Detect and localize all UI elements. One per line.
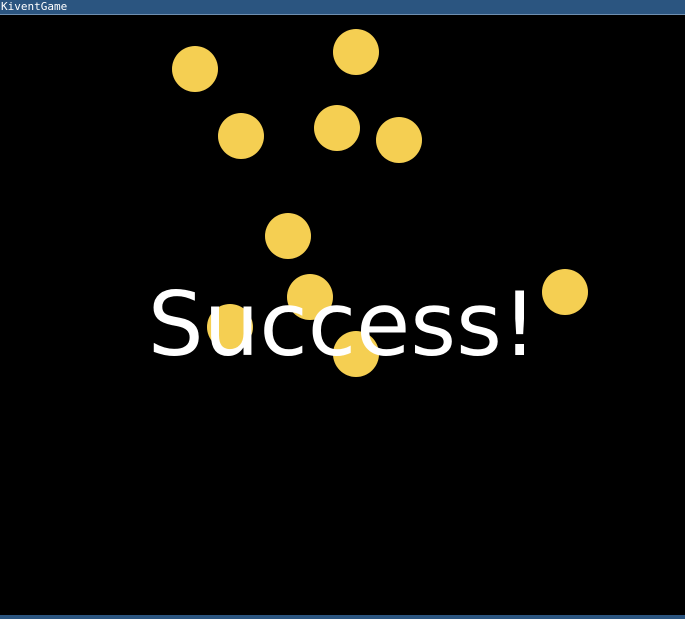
coin-orb — [314, 105, 360, 151]
window-title: KiventGame — [1, 0, 68, 13]
coin-orb — [218, 113, 264, 159]
window-titlebar[interactable]: KiventGame — [0, 0, 685, 15]
coin-orb — [376, 117, 422, 163]
coin-orb — [265, 213, 311, 259]
game-window: KiventGame Success! — [0, 0, 685, 619]
game-canvas[interactable]: Success! — [0, 15, 685, 615]
success-message: Success! — [147, 273, 538, 376]
window-bottom-border — [0, 615, 685, 619]
coin-orb — [333, 29, 379, 75]
coin-orb — [172, 46, 218, 92]
